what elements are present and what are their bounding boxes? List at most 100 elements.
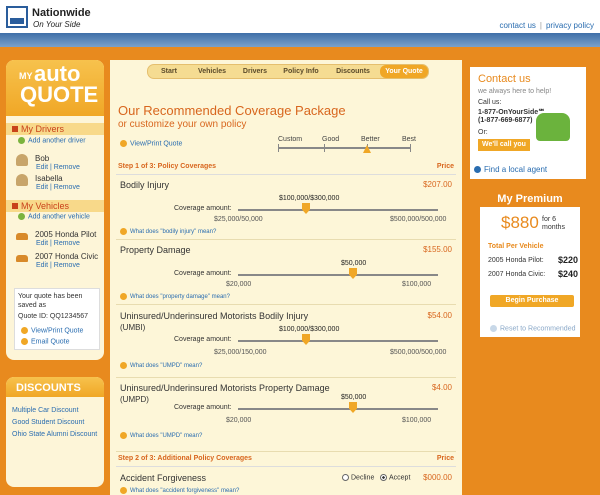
premium-title: My Premium	[480, 191, 580, 207]
tab-your-quote[interactable]: Your Quote	[380, 65, 428, 78]
discount-link[interactable]: Good Student Discount	[6, 419, 104, 426]
level-best[interactable]: Best	[402, 136, 416, 143]
coverage-slider-thumb[interactable]	[302, 203, 310, 214]
vehicle-name: 2005 Honda Pilot:	[488, 257, 544, 264]
tab-drivers[interactable]: Drivers	[234, 65, 276, 78]
discount-link[interactable]: Ohio State Alumni Discount	[6, 431, 104, 438]
coverage-slider[interactable]	[238, 274, 438, 276]
discounts-panel: DISCOUNTS Multiple Car Discount Good Stu…	[6, 377, 104, 487]
coverage-row: Uninsured/Underinsured Motorists Propert…	[116, 380, 456, 452]
radio-selected-icon[interactable]	[380, 474, 387, 481]
price-header: Price	[436, 163, 454, 170]
tab-vehicles[interactable]: Vehicles	[190, 65, 234, 78]
coverage-slider-thumb[interactable]	[302, 334, 310, 345]
vehicles-title: My Vehicles	[21, 201, 70, 211]
step-1-header: Step 1 of 3: Policy Coverages Price	[116, 161, 456, 175]
email-quote-label: Email Quote	[31, 338, 70, 346]
level-good[interactable]: Good	[322, 136, 339, 143]
find-agent-link[interactable]: Find a local agent	[474, 165, 547, 174]
vehicle-premium-row: 2007 Honda Civic: $240	[488, 269, 578, 279]
call-me-button[interactable]: We'll call you	[478, 139, 530, 151]
privacy-policy-link[interactable]: privacy policy	[546, 21, 594, 30]
view-print-quote-link[interactable]: View/Print Quote	[120, 140, 182, 147]
begin-purchase-button[interactable]: Begin Purchase	[490, 295, 574, 307]
coverage-help-link[interactable]: What does "bodily injury" mean?	[120, 228, 216, 235]
coverage-price: $4.00	[431, 383, 452, 392]
brand-name: Nationwide	[32, 7, 91, 19]
help-icon	[120, 228, 127, 235]
saved-text: Your quote has been saved as	[18, 293, 83, 309]
coverage-value: $50,000	[341, 260, 367, 267]
plus-icon	[18, 213, 25, 220]
coverage-max: $500,000/500,000	[390, 349, 447, 356]
collapse-icon[interactable]	[12, 126, 18, 132]
step-title: Step 2 of 3: Additional Policy Coverages	[118, 455, 252, 462]
premium-amount: $880	[501, 213, 539, 232]
reset-recommended-link[interactable]: Reset to Recommended	[490, 325, 575, 332]
discount-link[interactable]: Multiple Car Discount	[6, 407, 104, 414]
reset-label: Reset to Recommended	[500, 325, 576, 333]
coverage-slider[interactable]	[238, 209, 438, 211]
add-vehicle-link[interactable]: Add another vehicle	[18, 213, 90, 220]
coverage-price: $54.00	[427, 311, 452, 320]
tab-policy-info[interactable]: Policy Info	[276, 65, 326, 78]
coverage-help-link[interactable]: What does "accident forgiveness" mean?	[120, 487, 239, 494]
contact-us-link[interactable]: contact us	[499, 21, 535, 30]
driver-edit-remove-links[interactable]: Edit | Remove	[36, 184, 80, 191]
email-quote-link[interactable]: Email Quote	[21, 338, 70, 345]
level-tick	[324, 144, 325, 152]
driver-edit-remove-links[interactable]: Edit | Remove	[36, 164, 80, 171]
vehicle-price: $240	[557, 269, 578, 279]
vehicle-name: 2005 Honda Pilot	[35, 230, 97, 239]
coverage-row: Uninsured/Underinsured Motorists Bodily …	[116, 308, 456, 378]
help-icon	[120, 432, 127, 439]
vehicle-name: 2007 Honda Civic:	[488, 271, 546, 278]
coverage-slider[interactable]	[238, 408, 438, 410]
coverage-min: $25,000/150,000	[214, 349, 267, 356]
level-better[interactable]: Better	[361, 136, 380, 143]
view-print-quote-link[interactable]: View/Print Quote	[21, 327, 83, 334]
add-driver-link[interactable]: Add another driver	[18, 137, 86, 144]
coverage-level-slider[interactable]: Custom Good Better Best	[278, 136, 418, 156]
tab-start[interactable]: Start	[148, 65, 190, 78]
top-links: contact us | privacy policy	[499, 21, 594, 30]
drivers-section-header[interactable]: My Drivers	[6, 123, 104, 135]
help-text: What does "accident forgiveness" mean?	[130, 488, 240, 495]
level-custom[interactable]: Custom	[278, 136, 302, 143]
collapse-icon[interactable]	[12, 203, 18, 209]
coverage-slider-thumb[interactable]	[349, 268, 357, 279]
help-icon	[120, 293, 127, 300]
nationwide-logo-icon[interactable]	[6, 6, 28, 28]
vehicles-section-header[interactable]: My Vehicles	[6, 200, 104, 212]
logo-my: MY	[19, 71, 33, 81]
price-header: Price	[436, 455, 454, 462]
tab-discounts[interactable]: Discounts	[326, 65, 380, 78]
quote-id: Quote ID: QQ1234567	[18, 313, 89, 320]
vehicle-edit-remove-links[interactable]: Edit | Remove	[36, 262, 80, 269]
step-2-header: Step 2 of 3: Additional Policy Coverages…	[116, 453, 456, 467]
coverage-amount-label: Coverage amount:	[174, 404, 232, 411]
help-icon	[120, 362, 127, 369]
coverage-slider-thumb[interactable]	[349, 402, 357, 413]
phone-number-digits: (1-877-669-6877)	[478, 117, 533, 124]
decline-radio[interactable]: Decline	[342, 474, 374, 481]
coverage-help-link[interactable]: What does "UMPD" mean?	[120, 432, 202, 439]
coverage-help-link[interactable]: What does "UMPD" mean?	[120, 362, 202, 369]
coverage-value: $100,000/$300,000	[279, 195, 340, 202]
coverage-max: $100,000	[402, 281, 432, 288]
step-title: Step 1 of 3: Policy Coverages	[118, 163, 217, 170]
coverage-min: $25,000/50,000	[214, 216, 263, 223]
my-auto-quote-logo: MY auto QUOTE	[6, 60, 104, 116]
call-label: Call us:	[478, 99, 502, 106]
vehicle-edit-remove-links[interactable]: Edit | Remove	[36, 240, 80, 247]
radio-icon[interactable]	[342, 474, 349, 481]
page-subtitle: or customize your own policy	[118, 119, 247, 130]
coverage-slider[interactable]	[238, 340, 438, 342]
driver-name: Bob	[35, 154, 50, 163]
reset-icon	[490, 325, 497, 332]
plus-icon	[18, 137, 25, 144]
accept-label: Accept	[389, 474, 411, 482]
person-icon	[16, 154, 28, 166]
coverage-help-link[interactable]: What does "property damage" mean?	[120, 293, 230, 300]
accept-radio[interactable]: Accept	[380, 474, 410, 481]
